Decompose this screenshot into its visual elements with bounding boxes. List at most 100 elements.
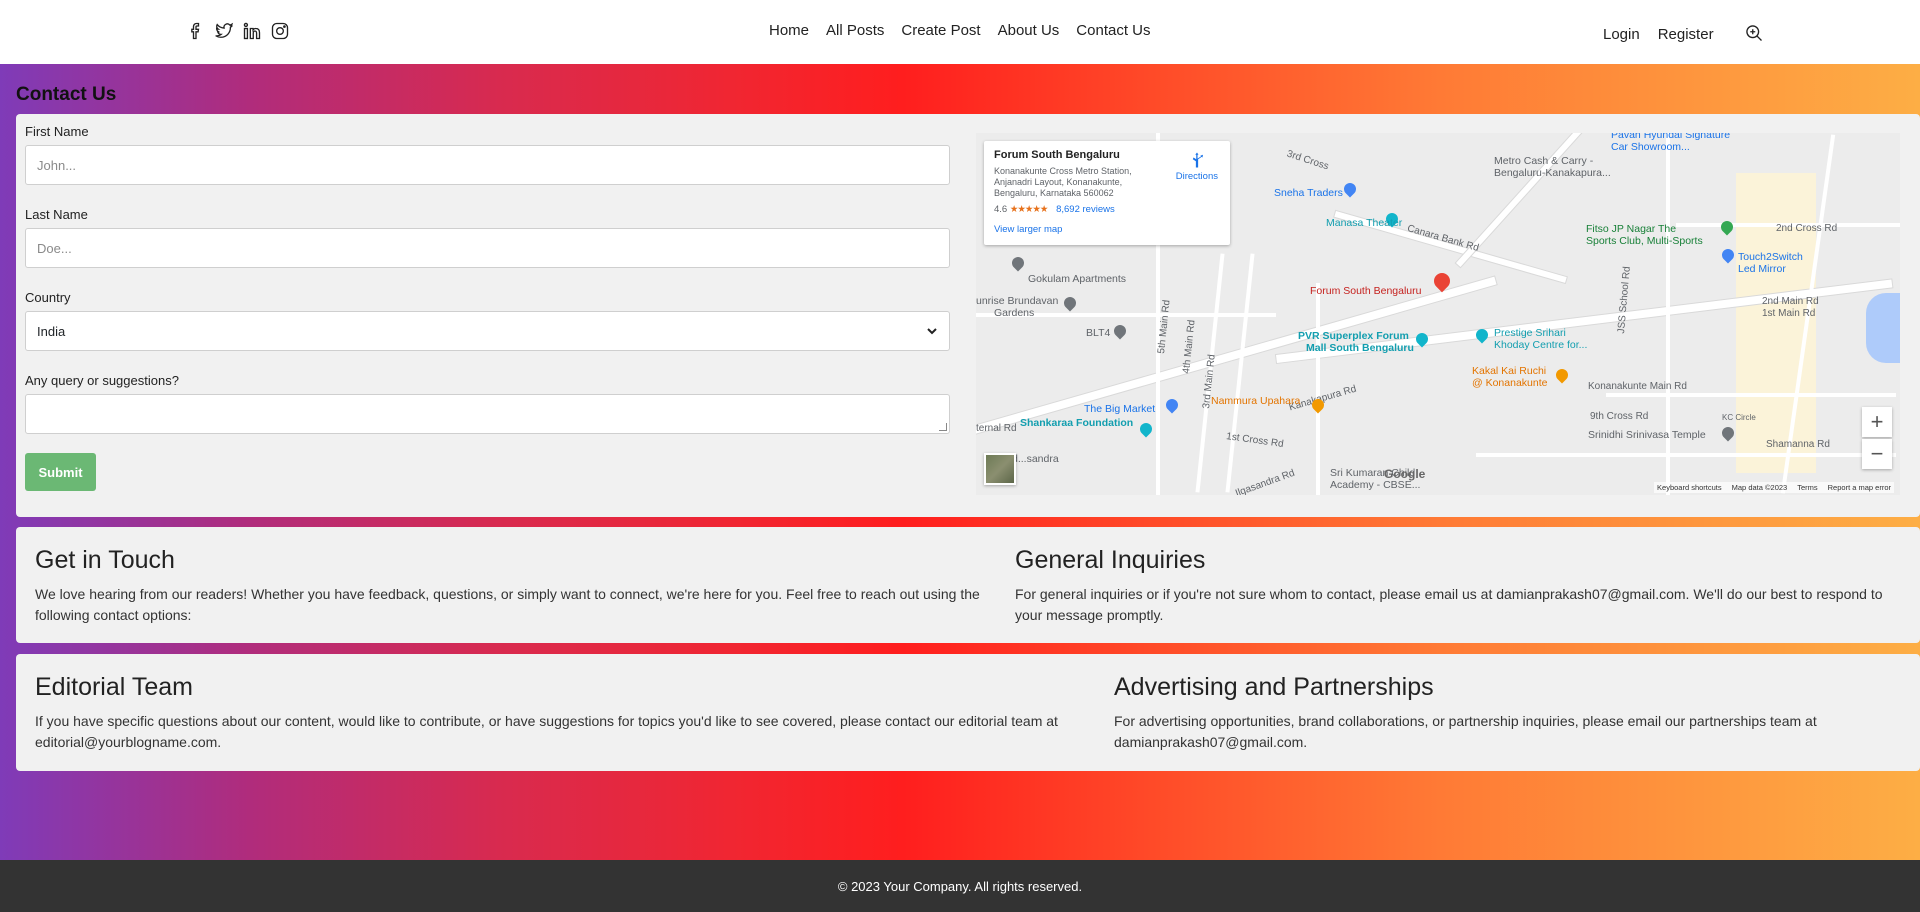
twitter-icon[interactable] [214,20,234,42]
rating-value: 4.6 [994,204,1008,215]
get-in-touch-section: Get in Touch We love hearing from our re… [35,546,1001,626]
map-street-label: 1st Main Rd [1762,308,1816,319]
poi-label[interactable]: BLT4 [1086,327,1110,339]
poi-label[interactable]: Manasa Theater [1326,217,1402,229]
embedded-map[interactable]: Canara Bank Rd Kanakapura Rd 2nd Cross R… [976,133,1900,495]
social-links [186,20,290,42]
poi-label[interactable]: Sneha Traders [1274,187,1343,199]
directions-label: Directions [1175,171,1218,182]
main-nav: Home All Posts Create Post About Us Cont… [769,22,1151,39]
poi-label[interactable]: Fitso JP Nagar The [1586,223,1676,235]
gradient-background: Contact Us First Name Last Name Country … [0,64,1920,860]
instagram-icon[interactable] [270,20,290,42]
first-name-label: First Name [25,124,89,139]
poi-label[interactable]: Sports Club, Multi-Sports [1586,235,1703,247]
poi-label[interactable]: Car Showroom... [1611,141,1690,153]
poi-label[interactable]: Forum South Bengaluru [1310,285,1421,297]
map-data-label: Map data ©2023 [1731,483,1788,492]
nav-about-us[interactable]: About Us [998,22,1060,39]
report-map-error-link[interactable]: Report a map error [1828,483,1891,492]
auth-nav: Login Register [1603,22,1764,47]
poi-label[interactable]: The Big Market [1084,403,1155,415]
section-text: We love hearing from our readers! Whethe… [35,586,980,623]
chevron-down-icon [927,328,937,335]
zoom-in-icon[interactable] [1732,22,1764,47]
general-inquiries-section: General Inquiries For general inquiries … [1015,546,1910,626]
satellite-toggle-thumbnail[interactable] [984,453,1016,485]
view-larger-map-link[interactable]: View larger map [994,224,1220,235]
map-street-label: 2nd Cross Rd [1776,223,1838,234]
poi-label[interactable]: Gokulam Apartments [1028,273,1126,285]
map-footer: Keyboard shortcuts Map data ©2023 Terms … [1654,482,1894,493]
poi-label[interactable]: Prestige Srihari [1494,327,1566,339]
map-street-label: Konanakunte Main Rd [1588,381,1687,392]
map-street-label: ternal Rd [976,423,1017,434]
country-select[interactable]: India [25,311,950,351]
facebook-icon[interactable] [186,20,206,42]
linkedin-icon[interactable] [242,20,262,42]
place-address: Konanakunte Cross Metro Station, Anjanad… [994,166,1132,198]
poi-label[interactable]: Bengaluru-Kanakapura... [1494,167,1611,179]
poi-label[interactable]: Led Mirror [1738,263,1786,275]
nav-home[interactable]: Home [769,22,809,39]
section-title: Editorial Team [35,673,193,701]
advertising-section: Advertising and Partnerships For adverti… [1114,673,1904,753]
poi-label[interactable]: Khoday Centre for... [1494,339,1587,351]
reviews-link[interactable]: 8,692 reviews [1056,204,1115,215]
last-name-label: Last Name [25,207,88,222]
poi-label[interactable]: Shankaraa Foundation [1020,417,1133,429]
contact-form-panel: First Name Last Name Country India Any q… [16,114,1920,517]
poi-label[interactable]: Mall South Bengaluru [1306,342,1414,354]
map-water [1866,293,1900,363]
poi-label[interactable]: @ Konanakunte [1472,377,1547,389]
poi-label[interactable]: unrise Brundavan [976,295,1058,307]
section-text: For general inquiries or if you're not s… [1015,586,1883,623]
contact-form: First Name Last Name Country India Any q… [25,124,950,491]
section-title: General Inquiries [1015,546,1206,574]
map-street-label: KC Circle [1722,413,1756,422]
poi-label[interactable]: Pavan Hyundai Signature [1611,133,1730,141]
poi-label[interactable]: Touch2Switch [1738,251,1803,263]
poi-label[interactable]: PVR Superplex Forum [1298,330,1409,342]
editorial-team-section: Editorial Team If you have specific ques… [35,673,1108,753]
section-title: Advertising and Partnerships [1114,673,1434,701]
nav-contact-us[interactable]: Contact Us [1076,22,1150,39]
nav-all-posts[interactable]: All Posts [826,22,884,39]
map-place-card: Forum South Bengaluru Konanakunte Cross … [984,141,1230,245]
map-road [1316,283,1320,495]
submit-button[interactable]: Submit [25,453,96,491]
map-zoom-out-button[interactable]: − [1862,439,1892,469]
last-name-field[interactable] [25,228,950,268]
map-road [1606,393,1896,397]
country-select-value: India [37,323,66,339]
poi-label[interactable]: Srinidhi Srinivasa Temple [1588,429,1706,441]
map-zoom-in-button[interactable]: + [1862,407,1892,437]
section-text: If you have specific questions about our… [35,713,1058,750]
contact-info-row-1: Get in Touch We love hearing from our re… [16,527,1920,643]
poi-label[interactable]: Nammura Upahara [1211,395,1300,407]
first-name-field[interactable] [25,145,950,185]
google-logo: Google [1384,467,1426,481]
keyboard-shortcuts-link[interactable]: Keyboard shortcuts [1657,483,1722,492]
directions-button[interactable]: Directions [1176,151,1218,182]
poi-label[interactable]: Metro Cash & Carry - [1494,155,1593,167]
login-link[interactable]: Login [1603,26,1640,43]
resize-handle-icon[interactable] [939,423,947,431]
place-rating: 4.6 ★★★★★ 8,692 reviews [994,204,1220,215]
contact-info-row-2: Editorial Team If you have specific ques… [16,654,1920,771]
poi-label[interactable]: d...sandra [1012,453,1059,465]
query-textarea[interactable] [25,394,950,434]
poi-label[interactable]: Gardens [994,307,1034,319]
section-title: Get in Touch [35,546,175,574]
country-label: Country [25,290,71,305]
terms-link[interactable]: Terms [1797,483,1817,492]
rating-stars-icon: ★★★★★ [1009,204,1049,215]
section-text: For advertising opportunities, brand col… [1114,713,1817,750]
page-footer: © 2023 Your Company. All rights reserved… [0,860,1920,912]
top-navbar: Home All Posts Create Post About Us Cont… [0,0,1920,64]
poi-label[interactable]: Kakal Kai Ruchi [1472,365,1546,377]
directions-icon [1192,152,1203,168]
map-street-label: 9th Cross Rd [1590,411,1649,422]
nav-create-post[interactable]: Create Post [901,22,980,39]
register-link[interactable]: Register [1658,26,1714,43]
